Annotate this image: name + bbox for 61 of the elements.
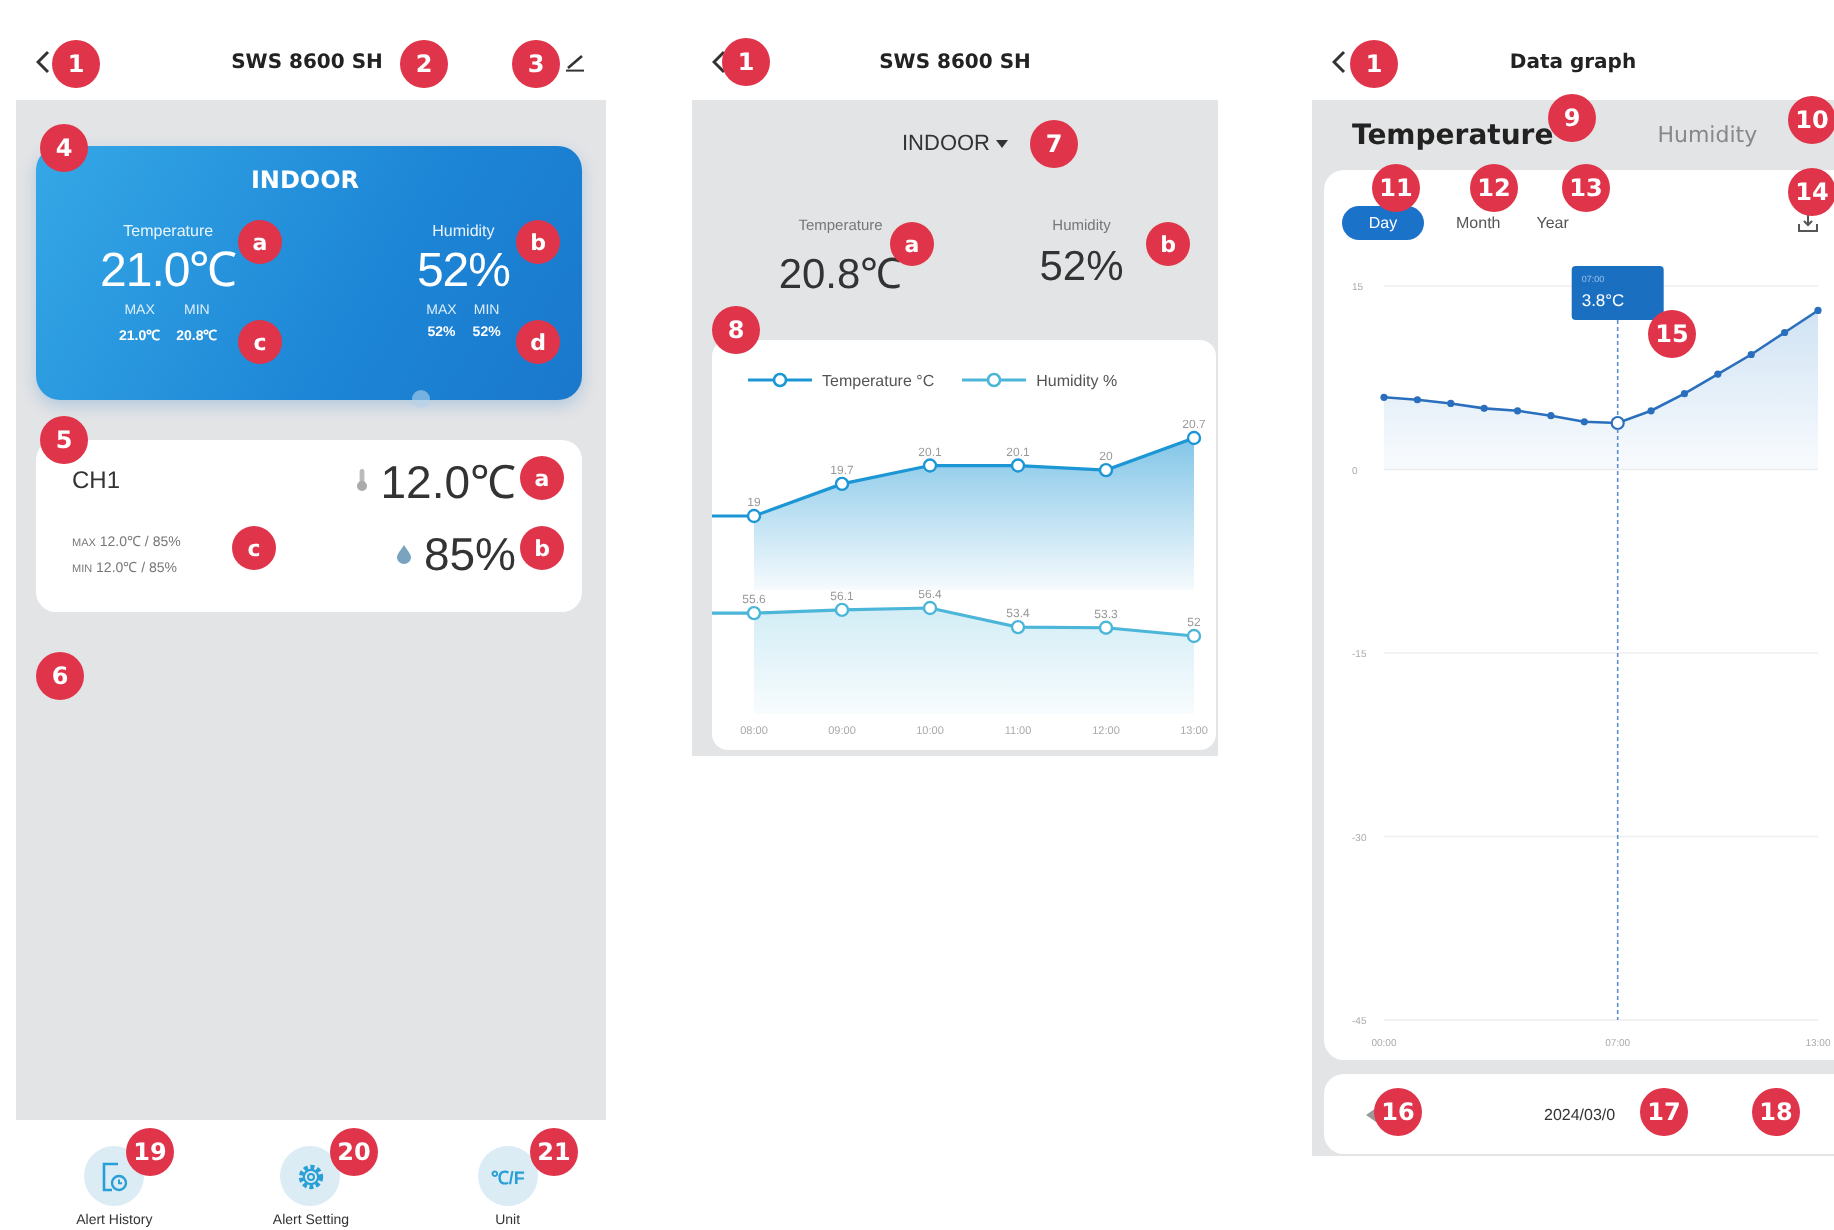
data-point <box>746 605 762 621</box>
screen-title: SWS 8600 SH <box>879 51 1031 73</box>
edit-icon[interactable] <box>564 52 586 72</box>
legend-marker-icon <box>962 372 1027 388</box>
data-point <box>1647 407 1655 415</box>
legend-item[interactable]: Temperature °C <box>748 371 935 389</box>
data-point <box>1098 620 1114 635</box>
screen-title: SWS 8600 SH <box>231 51 383 73</box>
data-point <box>1010 619 1026 635</box>
page-indicator <box>412 390 430 408</box>
humidity-value: 85% <box>423 527 516 581</box>
data-point <box>1480 404 1488 412</box>
temperature-value: 12.0℃ <box>380 454 516 512</box>
data-point <box>1747 350 1755 359</box>
back-icon[interactable] <box>36 50 50 74</box>
unit-icon: ℃/F <box>490 1163 525 1189</box>
data-point <box>1380 393 1388 401</box>
reading-label: Humidity <box>432 222 495 240</box>
data-point <box>1680 390 1689 398</box>
date-label: 2024/03/0 <box>1544 1105 1616 1123</box>
reading-value: 52% <box>1039 244 1124 292</box>
range-tab[interactable]: Day <box>1342 206 1424 240</box>
sensor-dropdown[interactable]: INDOOR <box>902 132 1008 156</box>
data-point <box>1814 306 1822 315</box>
reading-value: 21.0℃ <box>100 242 237 302</box>
data-point <box>1186 430 1202 446</box>
thermometer-icon <box>356 468 369 492</box>
tooltip-value: 3.8°C <box>1581 290 1625 310</box>
range-tab[interactable]: Year <box>1536 213 1569 233</box>
data-point <box>746 508 762 524</box>
history-icon <box>100 1161 129 1191</box>
data-point <box>922 600 938 616</box>
data-point <box>1547 412 1555 420</box>
legend-marker-icon <box>748 372 812 388</box>
back-icon[interactable] <box>712 50 726 74</box>
reading-label: Temperature <box>123 222 214 240</box>
data-point <box>1010 458 1026 473</box>
back-icon[interactable] <box>1332 50 1346 74</box>
data-point <box>1714 370 1722 378</box>
screen-title: Data graph <box>1509 51 1637 73</box>
data-point <box>834 476 850 492</box>
data-point <box>1186 628 1202 644</box>
range-tab[interactable]: Month <box>1456 213 1501 233</box>
droplet-icon <box>395 544 412 564</box>
card-title: INDOOR <box>248 166 362 198</box>
data-point <box>1781 328 1789 337</box>
data-point <box>1098 462 1114 478</box>
data-point <box>1610 415 1625 431</box>
reading-value: 52% <box>416 242 510 302</box>
metric-tab[interactable]: Temperature <box>1352 119 1554 151</box>
data-point <box>1580 418 1588 426</box>
data-point <box>1413 396 1421 404</box>
download-icon[interactable] <box>1798 214 1818 232</box>
channel-name: CH1 <box>72 466 121 494</box>
data-point <box>834 602 850 618</box>
legend-item[interactable]: Humidity % <box>962 371 1118 389</box>
caret-icon <box>996 140 1008 148</box>
settings-icon <box>295 1161 326 1191</box>
data-point <box>922 458 938 473</box>
data-point <box>1447 399 1455 408</box>
data-point <box>1513 407 1522 415</box>
